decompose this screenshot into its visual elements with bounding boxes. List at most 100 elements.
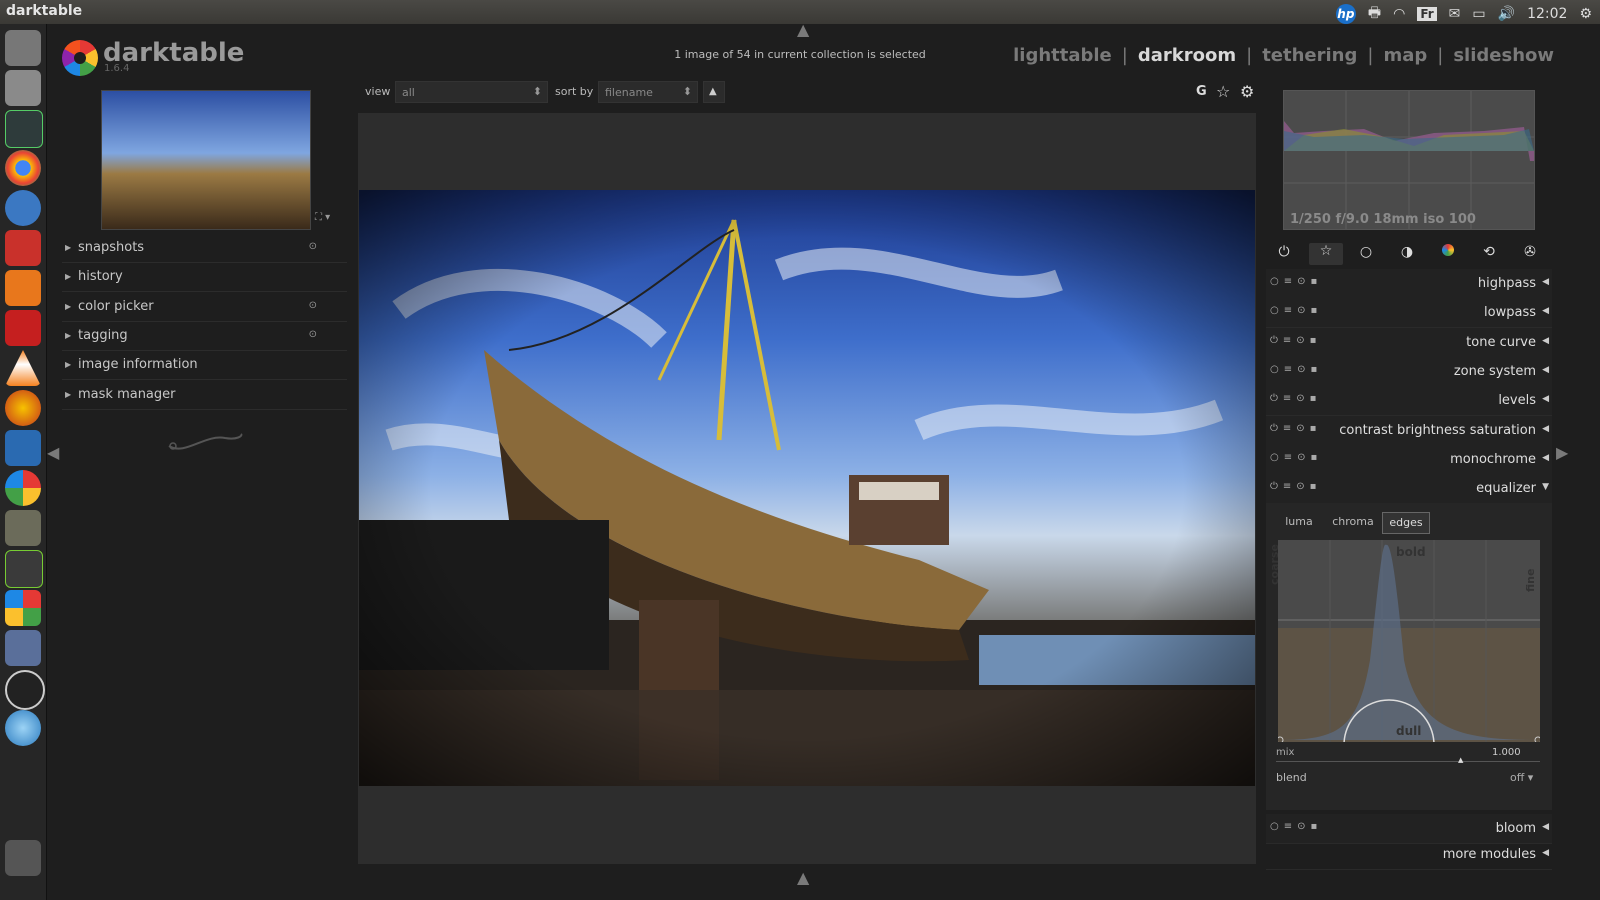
power-icon[interactable]: ⏻ xyxy=(1271,244,1297,264)
left-panel-toggle-icon[interactable]: ◀ xyxy=(47,443,59,462)
trash-icon[interactable] xyxy=(5,840,41,876)
more-modules[interactable]: more modules ◀ xyxy=(1266,840,1552,870)
edited-photo[interactable] xyxy=(359,190,1255,786)
view-link-lighttable[interactable]: lighttable xyxy=(1013,45,1112,66)
media-icon[interactable] xyxy=(5,310,41,346)
module-label: mask manager xyxy=(78,386,176,402)
module-label: color picker xyxy=(78,298,154,314)
mail-icon[interactable]: ✉ xyxy=(1449,6,1461,22)
expand-arrow-icon[interactable]: ◀ xyxy=(1542,394,1549,404)
module-mask-manager[interactable]: ▶ mask manager xyxy=(62,381,347,410)
globe-icon[interactable] xyxy=(5,710,41,746)
expand-arrow-icon[interactable]: ◀ xyxy=(1542,822,1549,832)
grouping-button[interactable]: G xyxy=(1196,84,1207,99)
histogram[interactable] xyxy=(1283,90,1535,230)
navigation-thumbnail[interactable] xyxy=(101,90,311,230)
mix-slider-handle[interactable]: ▲ xyxy=(1458,756,1463,764)
star-icon[interactable]: ☆ xyxy=(1216,82,1230,101)
presets-icon[interactable]: ⊙ xyxy=(309,241,317,252)
presets-icon[interactable]: ⊙ xyxy=(309,329,317,340)
expand-arrow-icon[interactable]: ◀ xyxy=(1542,365,1549,375)
module-contrast-brightness-saturation[interactable]: ⏻≡⊙▪ contrast brightness saturation ◀ xyxy=(1266,415,1552,446)
correction-group-icon[interactable]: ⟲ xyxy=(1476,244,1502,264)
expand-arrow-icon[interactable]: ◀ xyxy=(1542,424,1549,434)
module-history[interactable]: ▶ history xyxy=(62,263,347,293)
view-link-tethering[interactable]: tethering xyxy=(1262,45,1357,66)
expand-arrow-icon[interactable]: ◀ xyxy=(1542,848,1549,858)
gear-icon[interactable]: ⚙ xyxy=(1240,82,1254,101)
module-control-icons[interactable]: ○≡⊙▪ xyxy=(1270,305,1322,316)
module-color-picker[interactable]: ▶ color picker ⊙ xyxy=(62,293,347,322)
clock[interactable]: 12:02 xyxy=(1527,6,1567,22)
module-lowpass[interactable]: ○≡⊙▪ lowpass ◀ xyxy=(1266,298,1552,329)
volume-icon[interactable]: 🔊 xyxy=(1498,6,1515,22)
thunderbird-icon[interactable] xyxy=(5,190,41,226)
expand-arrow-icon[interactable]: ▼ xyxy=(1542,482,1549,492)
module-control-icons[interactable]: ⏻≡⊙▪ xyxy=(1270,481,1321,492)
module-tagging[interactable]: ▶ tagging ⊙ xyxy=(62,322,347,351)
view-link-slideshow[interactable]: slideshow xyxy=(1453,45,1554,66)
expand-arrow-icon[interactable]: ◀ xyxy=(1542,306,1549,316)
printer-icon[interactable]: 🖶 xyxy=(1368,2,1381,26)
wifi-icon[interactable]: ◠ xyxy=(1393,6,1405,22)
module-tone-curve[interactable]: ⏻≡⊙▪ tone curve ◀ xyxy=(1266,327,1552,358)
app-icon[interactable] xyxy=(5,390,41,426)
gear-icon[interactable]: ⚙ xyxy=(1579,6,1592,22)
chrome-icon[interactable] xyxy=(5,150,41,186)
gimp-icon[interactable] xyxy=(5,510,41,546)
basic-group-icon[interactable]: ○ xyxy=(1353,244,1379,264)
top-panel-toggle-icon[interactable]: ▲ xyxy=(797,20,809,39)
vlc-icon[interactable] xyxy=(5,350,41,386)
darktable-launcher-icon[interactable] xyxy=(5,470,41,506)
expand-arrow-icon[interactable]: ◀ xyxy=(1542,453,1549,463)
right-panel-toggle-icon[interactable]: ▶ xyxy=(1556,443,1568,462)
module-control-icons[interactable]: ⏻≡⊙▪ xyxy=(1270,393,1321,404)
sort-order-button[interactable]: ▲ xyxy=(703,81,725,103)
expand-arrow-icon[interactable]: ◀ xyxy=(1542,277,1549,287)
files-icon[interactable] xyxy=(5,70,41,106)
module-image-information[interactable]: ▶ image information xyxy=(62,351,347,381)
view-link-darkroom[interactable]: darkroom xyxy=(1138,45,1236,66)
font-icon[interactable] xyxy=(5,670,45,710)
expand-arrow-icon[interactable]: ◀ xyxy=(1542,336,1549,346)
tools-icon[interactable] xyxy=(5,230,41,266)
system-monitor-icon[interactable] xyxy=(5,110,43,148)
module-control-icons[interactable]: ○≡⊙▪ xyxy=(1270,276,1322,287)
module-highpass[interactable]: ○≡⊙▪ highpass ◀ xyxy=(1266,269,1552,299)
colorful-app-icon[interactable] xyxy=(5,590,41,626)
module-control-icons[interactable]: ○≡⊙▪ xyxy=(1270,821,1322,832)
keyboard-layout-indicator[interactable]: Fr xyxy=(1417,7,1437,21)
equalizer-curve[interactable] xyxy=(1278,540,1540,742)
module-control-icons[interactable]: ○≡⊙▪ xyxy=(1270,364,1322,375)
battery-icon[interactable]: ▭ xyxy=(1472,6,1485,22)
module-control-icons[interactable]: ○≡⊙▪ xyxy=(1270,452,1322,463)
module-zone-system[interactable]: ○≡⊙▪ zone system ◀ xyxy=(1266,356,1552,387)
color-group-icon[interactable] xyxy=(1435,244,1461,264)
window-title: darktable xyxy=(6,3,83,19)
sort-select[interactable]: filename ⬍ xyxy=(598,81,698,103)
hp-icon[interactable]: hp xyxy=(1335,4,1356,24)
module-control-icons[interactable]: ⏻≡⊙▪ xyxy=(1270,423,1321,434)
view-link-map[interactable]: map xyxy=(1383,45,1427,66)
tab-edges[interactable]: edges xyxy=(1382,512,1430,534)
tab-luma[interactable]: luma xyxy=(1276,512,1322,532)
mix-slider[interactable]: ▲ xyxy=(1276,756,1540,764)
settings-icon[interactable] xyxy=(5,550,43,588)
screenshot-icon[interactable] xyxy=(5,430,41,466)
module-levels[interactable]: ⏻≡⊙▪ levels ◀ xyxy=(1266,386,1552,417)
zoom-dropdown-icon[interactable]: ⛶ ▾ xyxy=(315,212,330,223)
module-monochrome[interactable]: ○≡⊙▪ monochrome ◀ xyxy=(1266,444,1552,475)
presets-icon[interactable]: ⊙ xyxy=(309,300,317,311)
tone-group-icon[interactable]: ◑ xyxy=(1394,244,1420,264)
tab-chroma[interactable]: chroma xyxy=(1328,512,1378,532)
module-control-icons[interactable]: ⏻≡⊙▪ xyxy=(1270,335,1321,346)
software-center-icon[interactable] xyxy=(5,270,41,306)
bottom-panel-toggle-icon[interactable]: ▲ xyxy=(797,868,809,887)
view-select[interactable]: all ⬍ xyxy=(395,81,548,103)
blend-select[interactable]: off ▾ xyxy=(1510,771,1533,784)
calculator-icon[interactable] xyxy=(5,630,41,666)
favorites-star-icon[interactable]: ☆ xyxy=(1309,243,1343,265)
module-snapshots[interactable]: ▶ snapshots ⊙ xyxy=(62,234,347,263)
effect-group-icon[interactable]: ✇ xyxy=(1517,244,1543,264)
module-equalizer[interactable]: ⏻≡⊙▪ equalizer ▼ xyxy=(1266,474,1552,505)
